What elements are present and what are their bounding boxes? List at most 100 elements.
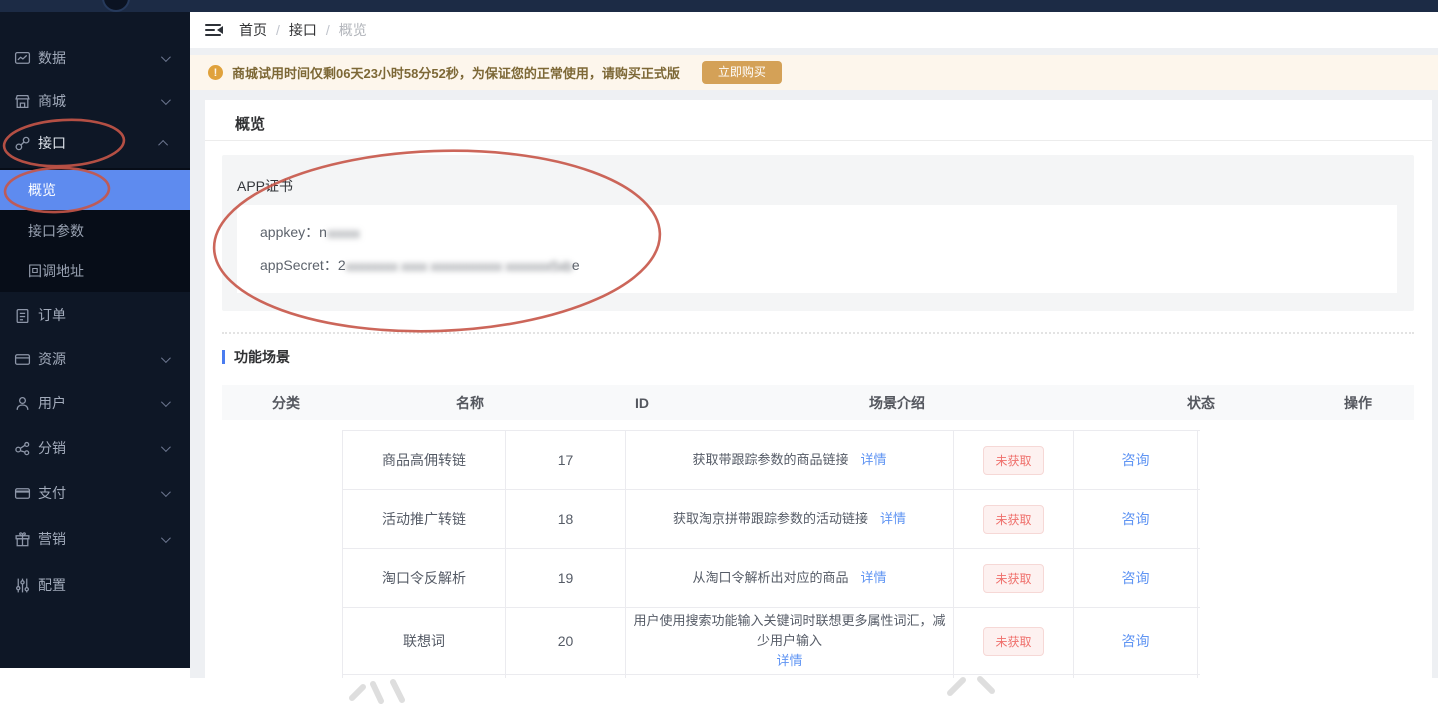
scene-id: 19 <box>506 549 626 607</box>
column-header-name: 名称 <box>456 394 484 411</box>
collapse-menu-icon[interactable] <box>205 22 223 38</box>
sidebar-item-resources[interactable]: 资源 <box>0 339 190 379</box>
appsecret-label: appSecret： <box>260 257 338 273</box>
scene-name: 联想词 <box>342 608 506 674</box>
detail-link[interactable]: 详情 <box>861 568 887 588</box>
scene-id: 18 <box>506 490 626 548</box>
sidebar-item-label: 资源 <box>38 351 66 367</box>
appsecret-value-prefix: 2 <box>337 257 346 273</box>
consult-link[interactable]: 咨询 <box>1122 568 1150 588</box>
sidebar-item-payment[interactable]: 支付 <box>0 473 190 513</box>
order-icon <box>14 307 31 324</box>
column-header-status: 状态 <box>1187 394 1215 411</box>
sidebar-item-config[interactable]: 配置 <box>0 565 190 605</box>
certificate-box: appkey：nxxxxx appSecret：2xxxxxxxx xxxx x… <box>237 205 1397 293</box>
sidebar-item-label: 接口 <box>38 135 66 151</box>
consult-link[interactable]: 咨询 <box>1122 509 1150 529</box>
sidebar-item-data[interactable]: 数据 <box>0 38 190 78</box>
detail-link[interactable]: 详情 <box>880 509 906 529</box>
scene-desc: 获取淘京拼带跟踪参数的活动链接 <box>672 511 868 526</box>
sidebar-subitem-overview[interactable]: 概览 <box>0 170 190 210</box>
consult-link[interactable]: 咨询 <box>1122 450 1150 470</box>
table-row: 活动推广转链 18 获取淘京拼带跟踪参数的活动链接 详情 未获取 咨询 <box>342 490 1200 549</box>
sidebar-item-order[interactable]: 订单 <box>0 295 190 335</box>
appsecret-row: appSecret：2xxxxxxxx xxxx xxxxxxxxxxx xxx… <box>260 255 580 275</box>
user-icon <box>14 395 31 412</box>
trial-warning-text: 商城试用时间仅剩06天23小时58分52秒，为保证您的正常使用，请购买正式版 <box>232 66 680 81</box>
marketing-icon <box>14 531 31 548</box>
sidebar-item-label: 配置 <box>38 577 66 593</box>
sidebar-subitem-label: 回调地址 <box>28 263 84 279</box>
main-content: 首页 / 接口 / 概览 ! 商城试用时间仅剩06天23小时58分52秒，为保证… <box>190 12 1438 678</box>
dotted-divider <box>222 332 1414 334</box>
sidebar-subitem-label: 接口参数 <box>28 223 84 239</box>
card-header: 概览 <box>205 100 1432 141</box>
table-row: 商品高佣转链 17 获取带跟踪参数的商品链接 详情 未获取 咨询 <box>342 431 1200 490</box>
scene-name: 淘口令反解析 <box>342 549 506 607</box>
chevron-down-icon <box>160 352 171 363</box>
payment-icon <box>14 485 31 502</box>
top-bar <box>0 0 1438 12</box>
sidebar-subitem-callback[interactable]: 回调地址 <box>0 251 190 291</box>
distribution-icon <box>14 440 31 457</box>
appsecret-value-suffix: e <box>571 257 580 273</box>
sidebar-item-label: 支付 <box>38 485 66 501</box>
breadcrumb-home[interactable]: 首页 <box>239 20 267 40</box>
status-badge: 未获取 <box>983 563 1044 593</box>
buy-now-button[interactable]: 立即购买 <box>701 61 782 84</box>
scene-name: 活动推广转链 <box>342 490 506 548</box>
column-header-category: 分类 <box>272 394 300 411</box>
scenes-section-title: 功能场景 <box>234 349 290 365</box>
sidebar-item-label: 分销 <box>38 440 66 456</box>
sidebar-subitem-api-params[interactable]: 接口参数 <box>0 211 190 251</box>
app-screen: 数据 商城 接口 概览 接口参数 回调地址 订单 资源 用户 分销 支付 营销 … <box>0 0 1438 720</box>
scenes-section-header: 功能场景 <box>222 347 290 367</box>
scene-desc-cell: 获取带跟踪参数的商品链接 详情 <box>626 431 954 489</box>
sidebar-item-mall[interactable]: 商城 <box>0 81 190 121</box>
breadcrumb-bar: 首页 / 接口 / 概览 <box>190 12 1438 48</box>
chevron-down-icon <box>160 94 171 105</box>
overview-card: 概览 APP证书 appkey：nxxxxx appSecret：2xxxxxx… <box>205 100 1432 678</box>
table-row: 淘口令反解析 19 从淘口令解析出对应的商品 详情 未获取 咨询 <box>342 549 1200 608</box>
detail-link[interactable]: 详情 <box>861 450 887 470</box>
consult-link[interactable]: 咨询 <box>1122 631 1150 651</box>
sidebar-item-users[interactable]: 用户 <box>0 383 190 423</box>
scene-desc: 获取带跟踪参数的商品链接 <box>692 452 849 467</box>
config-icon <box>14 577 31 594</box>
sidebar-item-distribution[interactable]: 分销 <box>0 428 190 468</box>
scene-name: 商品高佣转链 <box>342 431 506 489</box>
scene-desc-cell: 获取淘京拼带跟踪参数的活动链接 详情 <box>626 490 954 548</box>
table-row: 联想词 20 用户使用搜索功能输入关键词时联想更多属性词汇，减少用户输入 详情 未… <box>342 608 1200 675</box>
column-header-action: 操作 <box>1344 394 1372 411</box>
resource-icon <box>14 351 31 368</box>
chevron-down-icon <box>160 396 171 407</box>
mall-icon <box>14 93 31 110</box>
certificate-title: APP证书 <box>237 178 294 194</box>
column-header-id: ID <box>635 394 649 411</box>
sidebar-item-label: 营销 <box>38 531 66 547</box>
logo <box>102 0 130 12</box>
sidebar-item-label: 商城 <box>38 93 66 109</box>
data-icon <box>14 50 31 67</box>
scene-id: 20 <box>506 608 626 674</box>
status-badge: 未获取 <box>983 504 1044 534</box>
scenes-table-header: 分类 名称 ID 场景介绍 状态 操作 <box>222 385 1414 420</box>
app-certificate-panel: APP证书 appkey：nxxxxx appSecret：2xxxxxxxx … <box>222 155 1414 311</box>
trial-warning-banner: ! 商城试用时间仅剩06天23小时58分52秒，为保证您的正常使用，请购买正式版… <box>190 55 1438 90</box>
chevron-down-icon <box>160 51 171 62</box>
page-title: 概览 <box>235 116 266 133</box>
detail-link[interactable]: 详情 <box>776 651 802 671</box>
status-badge: 未获取 <box>983 445 1044 475</box>
appkey-label: appkey： <box>260 224 320 240</box>
sidebar-item-api[interactable]: 接口 <box>0 123 190 163</box>
api-submenu: 概览 接口参数 回调地址 <box>0 168 190 292</box>
appsecret-value-masked: xxxxxxxx xxxx xxxxxxxxxxx xxxxxxx5xb <box>345 258 573 274</box>
sidebar-item-marketing[interactable]: 营销 <box>0 519 190 559</box>
warning-icon: ! <box>208 65 223 80</box>
appkey-row: appkey：nxxxxx <box>260 222 360 242</box>
chevron-down-icon <box>160 532 171 543</box>
scene-desc-cell: 从淘口令解析出对应的商品 详情 <box>626 549 954 607</box>
scene-id: 17 <box>506 431 626 489</box>
breadcrumb-section[interactable]: 接口 <box>289 20 317 40</box>
sidebar-item-label: 数据 <box>38 50 66 66</box>
